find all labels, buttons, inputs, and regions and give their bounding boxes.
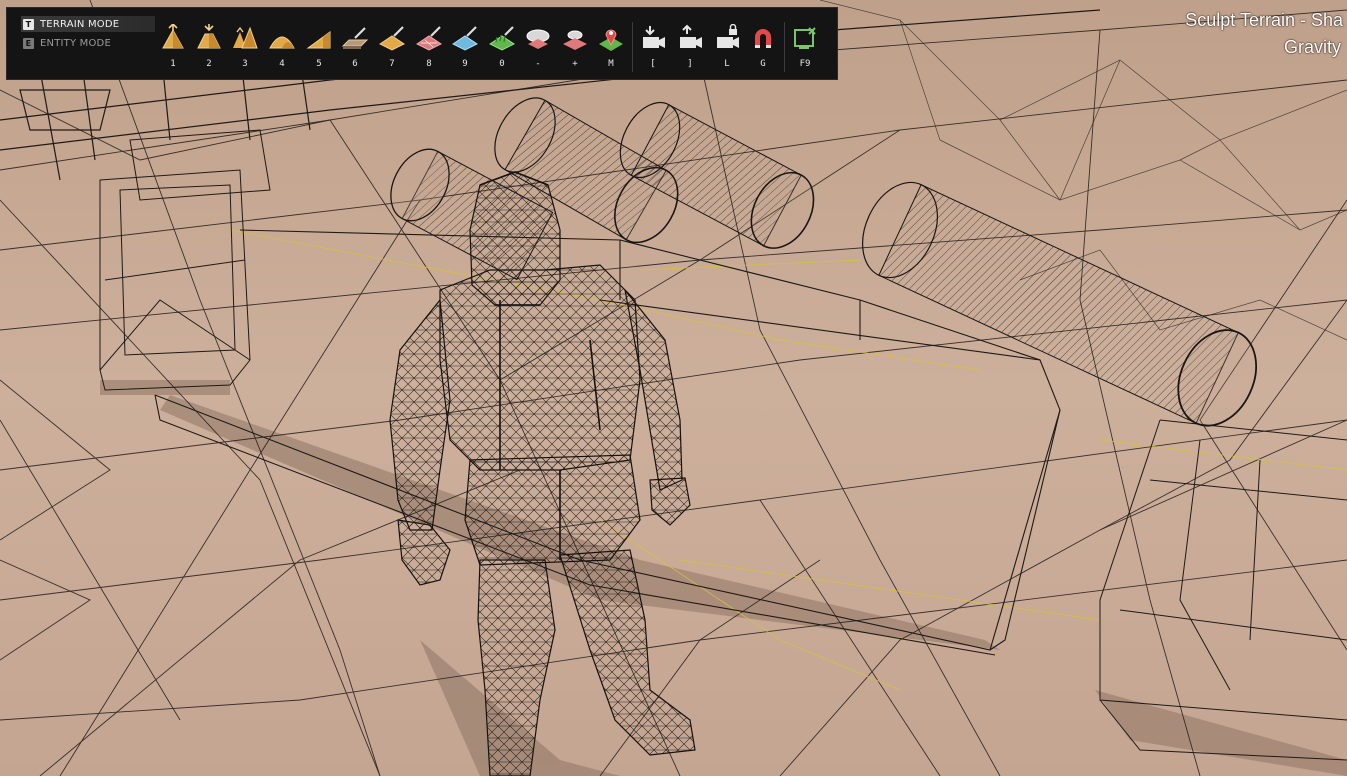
tool-increase-brush-key: + — [572, 59, 578, 69]
terrain-viewport[interactable] — [0, 0, 1347, 776]
lower-terrain-icon — [197, 24, 221, 49]
increase-brush-icon — [563, 30, 587, 50]
paint-rock-icon — [416, 26, 442, 51]
tool-flatten-key: 6 — [352, 59, 358, 69]
tool-paint-grass-button[interactable]: 0 — [485, 24, 519, 74]
smooth-terrain-icon — [269, 36, 295, 49]
tool-slope-button[interactable]: 5 — [302, 24, 336, 74]
terrain-mode-key: T — [23, 18, 34, 30]
tool-camera-down-button[interactable]: [ — [636, 24, 670, 74]
tool-magnet-key: G — [760, 59, 766, 69]
tool-slope-key: 5 — [316, 59, 322, 69]
entity-mode-label: ENTITY MODE — [40, 37, 111, 49]
tool-marker-key: M — [608, 59, 614, 69]
tool-sharpen-key: 3 — [242, 59, 248, 69]
entity-mode-button[interactable]: E ENTITY MODE — [21, 35, 155, 51]
slope-terrain-icon — [306, 31, 331, 49]
tool-decrease-brush-button[interactable]: - — [521, 24, 555, 74]
toolbar-divider — [632, 22, 633, 72]
decrease-brush-icon — [526, 29, 550, 49]
tool-paint-water-button[interactable]: 9 — [448, 24, 482, 74]
tool-marker-button[interactable]: M — [594, 24, 628, 74]
tool-camera-up-button[interactable]: ] — [673, 24, 707, 74]
magnet-snap-icon — [755, 29, 771, 48]
tool-magnet-button[interactable]: G — [746, 24, 780, 74]
active-tool-title: Sculpt Terrain - Sha — [1185, 10, 1343, 30]
tool-export-key: F9 — [799, 59, 811, 69]
tool-paint-grass-key: 0 — [499, 59, 505, 69]
tool-paint-sand-button[interactable]: 7 — [375, 24, 409, 74]
tool-paint-rock-button[interactable]: 8 — [412, 24, 446, 74]
tool-bar: T TERRAIN MODE E ENTITY MODE 1 2 3 4 5 6… — [6, 7, 838, 80]
export-screen-icon — [794, 27, 816, 49]
tool-paint-sand-key: 7 — [389, 59, 395, 69]
terrain-mode-button[interactable]: T TERRAIN MODE — [21, 16, 155, 32]
tool-export-button[interactable]: F9 — [788, 24, 822, 74]
camera-lock-icon — [717, 24, 739, 48]
paint-grass-icon — [489, 26, 515, 51]
flatten-terrain-icon — [341, 27, 369, 49]
active-tool-subtitle: Gravity — [1283, 37, 1341, 57]
tool-smooth-button[interactable]: 4 — [265, 24, 299, 74]
tool-paint-rock-key: 8 — [426, 59, 432, 69]
map-marker-icon — [599, 29, 623, 51]
tool-status-hud: Sculpt Terrain - Sha Gravity — [1185, 7, 1343, 61]
tool-lower-key: 2 — [206, 59, 212, 69]
tool-camera-up-key: ] — [687, 59, 693, 69]
sharpen-peaks-icon — [233, 26, 258, 49]
paint-water-icon — [452, 26, 478, 51]
tool-lower-button[interactable]: 2 — [192, 24, 226, 74]
camera-down-icon — [643, 26, 665, 48]
toolbar-divider — [784, 22, 785, 72]
tool-raise-button[interactable]: 1 — [156, 24, 190, 74]
entity-mode-key: E — [23, 37, 34, 49]
tool-paint-water-key: 9 — [462, 59, 468, 69]
tool-flatten-button[interactable]: 6 — [338, 24, 372, 74]
camera-up-icon — [680, 24, 702, 48]
tool-camera-down-key: [ — [650, 59, 656, 69]
tool-smooth-key: 4 — [279, 59, 285, 69]
paint-sand-icon — [379, 26, 405, 51]
tool-raise-key: 1 — [170, 59, 176, 69]
tool-decrease-brush-key: - — [535, 59, 541, 69]
tool-sharpen-button[interactable]: 3 — [228, 24, 262, 74]
tool-camera-lock-button[interactable]: L — [710, 24, 744, 74]
tool-camera-lock-key: L — [724, 59, 730, 69]
raise-terrain-icon — [162, 24, 184, 49]
tool-increase-brush-button[interactable]: + — [558, 24, 592, 74]
terrain-mode-label: TERRAIN MODE — [40, 18, 120, 30]
